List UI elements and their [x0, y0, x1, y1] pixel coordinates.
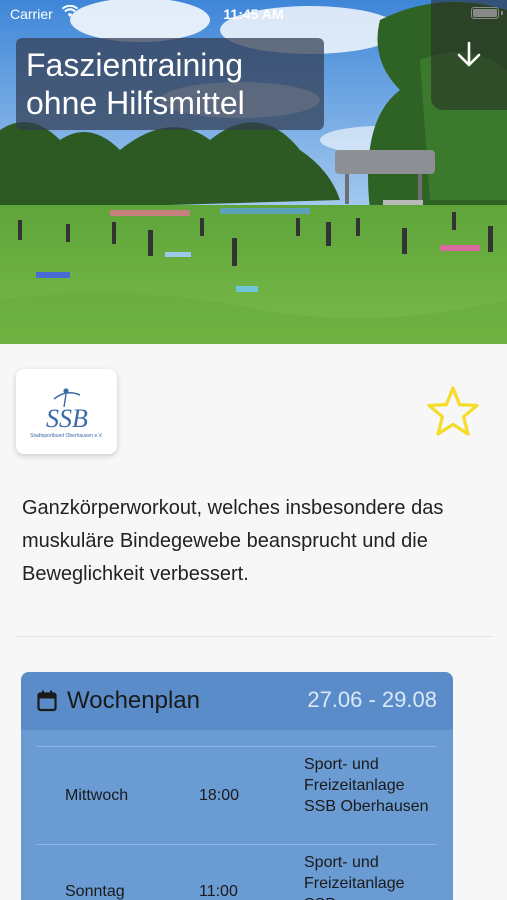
- weekly-schedule-card: Wochenplan 27.06 - 29.08 Mittwoch 18:00 …: [21, 672, 453, 900]
- organizer-logo[interactable]: SSB Stadtsportbund Oberhausen e.V.: [16, 369, 117, 454]
- ssb-logo: SSB: [46, 387, 88, 433]
- schedule-place: Sport- und Freizeitanlage SSB Oberhausen: [304, 756, 429, 815]
- schedule-time: 18:00: [199, 787, 240, 804]
- schedule-day: Sonntag: [65, 883, 125, 900]
- logo-subtext: Stadtsportbund Oberhausen e.V.: [30, 432, 103, 439]
- calendar-icon: [37, 690, 57, 712]
- schedule-day: Mittwoch: [65, 787, 129, 804]
- hero-image: Carrier 11:45 AM Faszientraining ohne Hi…: [0, 0, 507, 344]
- course-detail-content: SSB Stadtsportbund Oberhausen e.V. Ganzk…: [0, 344, 507, 900]
- schedule-title: Wochenplan: [67, 687, 200, 714]
- course-title-line1: Faszientraining: [26, 47, 243, 83]
- divider: [16, 636, 492, 637]
- course-description: Ganzkörperworkout, welches insbesondere …: [22, 497, 444, 585]
- schedule-header: Wochenplan 27.06 - 29.08: [21, 672, 453, 730]
- schedule-place: Sport- und Freizeitanlage SSB: [304, 854, 405, 900]
- star-outline-icon: [427, 386, 479, 436]
- favorite-button[interactable]: [424, 384, 482, 440]
- screen: Carrier 11:45 AM Faszientraining ohne Hi…: [0, 0, 507, 900]
- schedule-date-range: 27.06 - 29.08: [307, 687, 437, 712]
- download-button[interactable]: [431, 0, 507, 110]
- schedule-row[interactable]: Mittwoch 18:00 Sport- und Freizeitanlage…: [37, 746, 437, 844]
- arrow-down-icon: [457, 41, 481, 67]
- course-title: Faszientraining ohne Hilfsmittel: [16, 38, 324, 130]
- course-title-line2: ohne Hilfsmittel: [26, 85, 245, 121]
- schedule-row[interactable]: Sonntag 11:00 Sport- und Freizeitanlage …: [37, 844, 437, 900]
- schedule-time: 11:00: [199, 883, 238, 900]
- logo-wordmark: SSB: [46, 404, 88, 433]
